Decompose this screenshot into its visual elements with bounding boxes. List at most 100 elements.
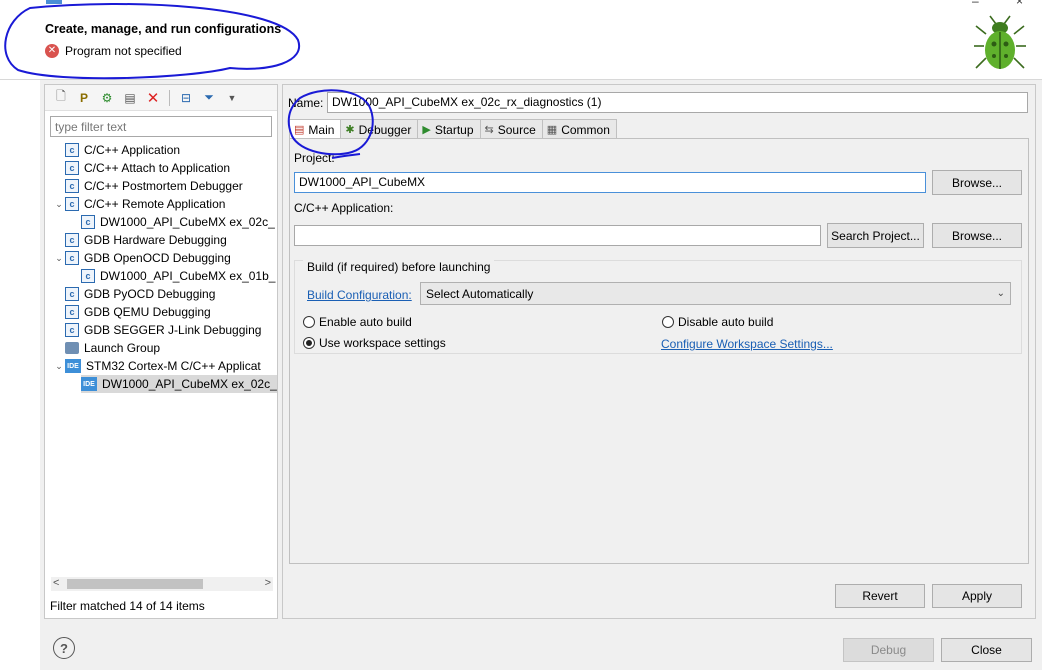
tree-item-label: C/C++ Attach to Application — [84, 161, 231, 175]
tree-item-label: GDB OpenOCD Debugging — [84, 251, 231, 265]
tree-item[interactable]: IDE DW1000_API_CubeMX ex_02c_ — [81, 375, 277, 393]
build-group-label: Build (if required) before launching — [303, 260, 495, 274]
tab-label: Source — [497, 122, 536, 137]
debugger-tab-icon: ✱ — [345, 124, 355, 136]
tree-item[interactable]: c DW1000_API_CubeMX ex_01b_ — [81, 267, 277, 285]
error-text: Program not specified — [65, 44, 182, 58]
c-config-icon: c — [65, 197, 79, 211]
filter-status: Filter matched 14 of 14 items — [50, 599, 205, 613]
tree-item[interactable]: c GDB Hardware Debugging — [65, 231, 277, 249]
tree-item[interactable]: c GDB PyOCD Debugging — [65, 285, 277, 303]
build-configuration-value: Select Automatically — [426, 286, 534, 301]
c-config-icon: c — [65, 251, 79, 265]
tree-item[interactable]: c DW1000_API_CubeMX ex_02c_ — [81, 213, 277, 231]
application-field[interactable] — [294, 225, 821, 246]
tree-item[interactable]: ⌄ c GDB OpenOCD Debugging — [53, 249, 277, 267]
tab-label: Debugger — [358, 122, 412, 137]
c-config-icon: c — [65, 287, 79, 301]
tree-item-label: GDB PyOCD Debugging — [84, 287, 216, 301]
horizontal-scrollbar[interactable]: < > — [51, 577, 273, 591]
configuration-editor: Name: DW1000_API_CubeMX ex_02c_rx_diagno… — [282, 84, 1036, 619]
configure-workspace-settings-link[interactable]: Configure Workspace Settings... — [661, 337, 833, 351]
name-label: Name: — [288, 96, 324, 110]
error-message: ✕ Program not specified — [45, 44, 182, 58]
expand-chevron-icon[interactable]: ⌄ — [53, 199, 65, 210]
c-config-icon: c — [65, 161, 79, 175]
radio-circle — [662, 316, 674, 328]
filter-icon[interactable]: ⏷ — [199, 88, 219, 108]
debug-button: Debug — [843, 638, 934, 662]
revert-button[interactable]: Revert — [835, 584, 925, 608]
tree-item-label: GDB Hardware Debugging — [84, 233, 227, 247]
tree-item[interactable]: c GDB SEGGER J-Link Debugging — [65, 321, 277, 339]
tree-item[interactable]: c C/C++ Attach to Application — [65, 159, 277, 177]
new-prototype-icon[interactable]: P — [74, 88, 94, 108]
new-configuration-icon[interactable]: 🗋 — [51, 88, 71, 108]
radio-circle-selected — [303, 337, 315, 349]
tab-main[interactable]: ▤ Main — [289, 119, 342, 139]
main-tab-icon: ▤ — [294, 124, 305, 136]
build-configuration-link[interactable]: Build Configuration: — [307, 288, 412, 302]
configurations-panel: 🗋 P ⚙ ▤ ✕ ⊟ ⏷ ▼ c C/C++ Application c C/C++… — [44, 84, 278, 619]
expand-chevron-icon[interactable]: ⌄ — [53, 361, 65, 372]
project-label: Project: — [294, 151, 335, 165]
c-config-icon: c — [65, 323, 79, 337]
collapse-all-icon[interactable]: ⊟ — [176, 88, 196, 108]
tree-item[interactable]: c GDB QEMU Debugging — [65, 303, 277, 321]
dialog-title: Create, manage, and run configurations — [45, 22, 282, 36]
tab-common[interactable]: ▦ Common — [541, 119, 617, 139]
expand-chevron-icon[interactable]: ⌄ — [53, 253, 65, 264]
project-browse-button[interactable]: Browse... — [932, 170, 1022, 195]
application-browse-button[interactable]: Browse... — [932, 223, 1022, 248]
tree-item-label: STM32 Cortex-M C/C++ Applicat — [86, 359, 261, 373]
config-tabs: ▤ Main ✱ Debugger ▶ Startup ⇆ Source ▦ C… — [289, 119, 617, 139]
tree-item-label: DW1000_API_CubeMX ex_02c_ — [100, 215, 275, 229]
scroll-right-icon[interactable]: > — [265, 577, 271, 589]
tree-item[interactable]: Launch Group — [65, 339, 277, 357]
dialog-header: Create, manage, and run configurations ✕… — [0, 6, 1042, 80]
tree-item[interactable]: ⌄ c C/C++ Remote Application — [53, 195, 277, 213]
apply-button[interactable]: Apply — [932, 584, 1022, 608]
disable-auto-build-radio[interactable]: Disable auto build — [662, 315, 773, 329]
tab-startup[interactable]: ▶ Startup — [417, 119, 481, 139]
common-tab-icon: ▦ — [546, 124, 558, 136]
tab-source[interactable]: ⇆ Source — [479, 119, 543, 139]
tree-item-label: C/C++ Postmortem Debugger — [84, 179, 243, 193]
project-field[interactable]: DW1000_API_CubeMX — [294, 172, 926, 193]
build-configuration-select[interactable]: Select Automatically ⌄ — [420, 282, 1011, 305]
close-button[interactable]: Close — [941, 638, 1032, 662]
tab-debugger[interactable]: ✱ Debugger — [340, 119, 419, 139]
name-field[interactable]: DW1000_API_CubeMX ex_02c_rx_diagnostics … — [327, 92, 1028, 113]
filter-input[interactable] — [50, 116, 272, 137]
scroll-left-icon[interactable]: < — [53, 577, 59, 589]
use-workspace-settings-radio[interactable]: Use workspace settings — [303, 336, 446, 350]
radio-label: Use workspace settings — [319, 336, 446, 350]
tree-item-label: DW1000_API_CubeMX ex_02c_ — [102, 377, 277, 391]
radio-label: Enable auto build — [319, 315, 412, 329]
configurations-tree: c C/C++ Application c C/C++ Attach to Appli… — [45, 141, 277, 571]
tab-label: Startup — [434, 122, 474, 137]
scrollbar-thumb[interactable] — [67, 579, 203, 589]
help-icon[interactable]: ? — [53, 637, 75, 659]
main-tab-pane: Project: DW1000_API_CubeMX Browse... C/C… — [289, 138, 1029, 564]
c-config-icon: c — [65, 233, 79, 247]
chevron-down-icon: ⌄ — [996, 288, 1005, 299]
duplicate-icon[interactable]: ⚙ — [97, 88, 117, 108]
search-project-button[interactable]: Search Project... — [827, 223, 924, 248]
tab-label: Common — [561, 122, 610, 137]
tree-item[interactable]: c C/C++ Application — [65, 141, 277, 159]
launch-group-icon — [65, 342, 79, 354]
dropdown-icon[interactable]: ▼ — [222, 88, 242, 108]
source-tab-icon: ⇆ — [484, 124, 494, 136]
delete-icon[interactable]: ✕ — [143, 88, 163, 108]
error-icon: ✕ — [45, 44, 59, 58]
tree-item-label: GDB QEMU Debugging — [84, 305, 211, 319]
startup-tab-icon: ▶ — [422, 124, 431, 136]
tree-item[interactable]: ⌄ IDE STM32 Cortex-M C/C++ Applicat — [53, 357, 277, 375]
c-config-icon: c — [81, 269, 95, 283]
enable-auto-build-radio[interactable]: Enable auto build — [303, 315, 412, 329]
toolbar-separator — [169, 89, 170, 106]
export-icon[interactable]: ▤ — [120, 88, 140, 108]
tree-item[interactable]: c C/C++ Postmortem Debugger — [65, 177, 277, 195]
c-config-icon: c — [81, 215, 95, 229]
